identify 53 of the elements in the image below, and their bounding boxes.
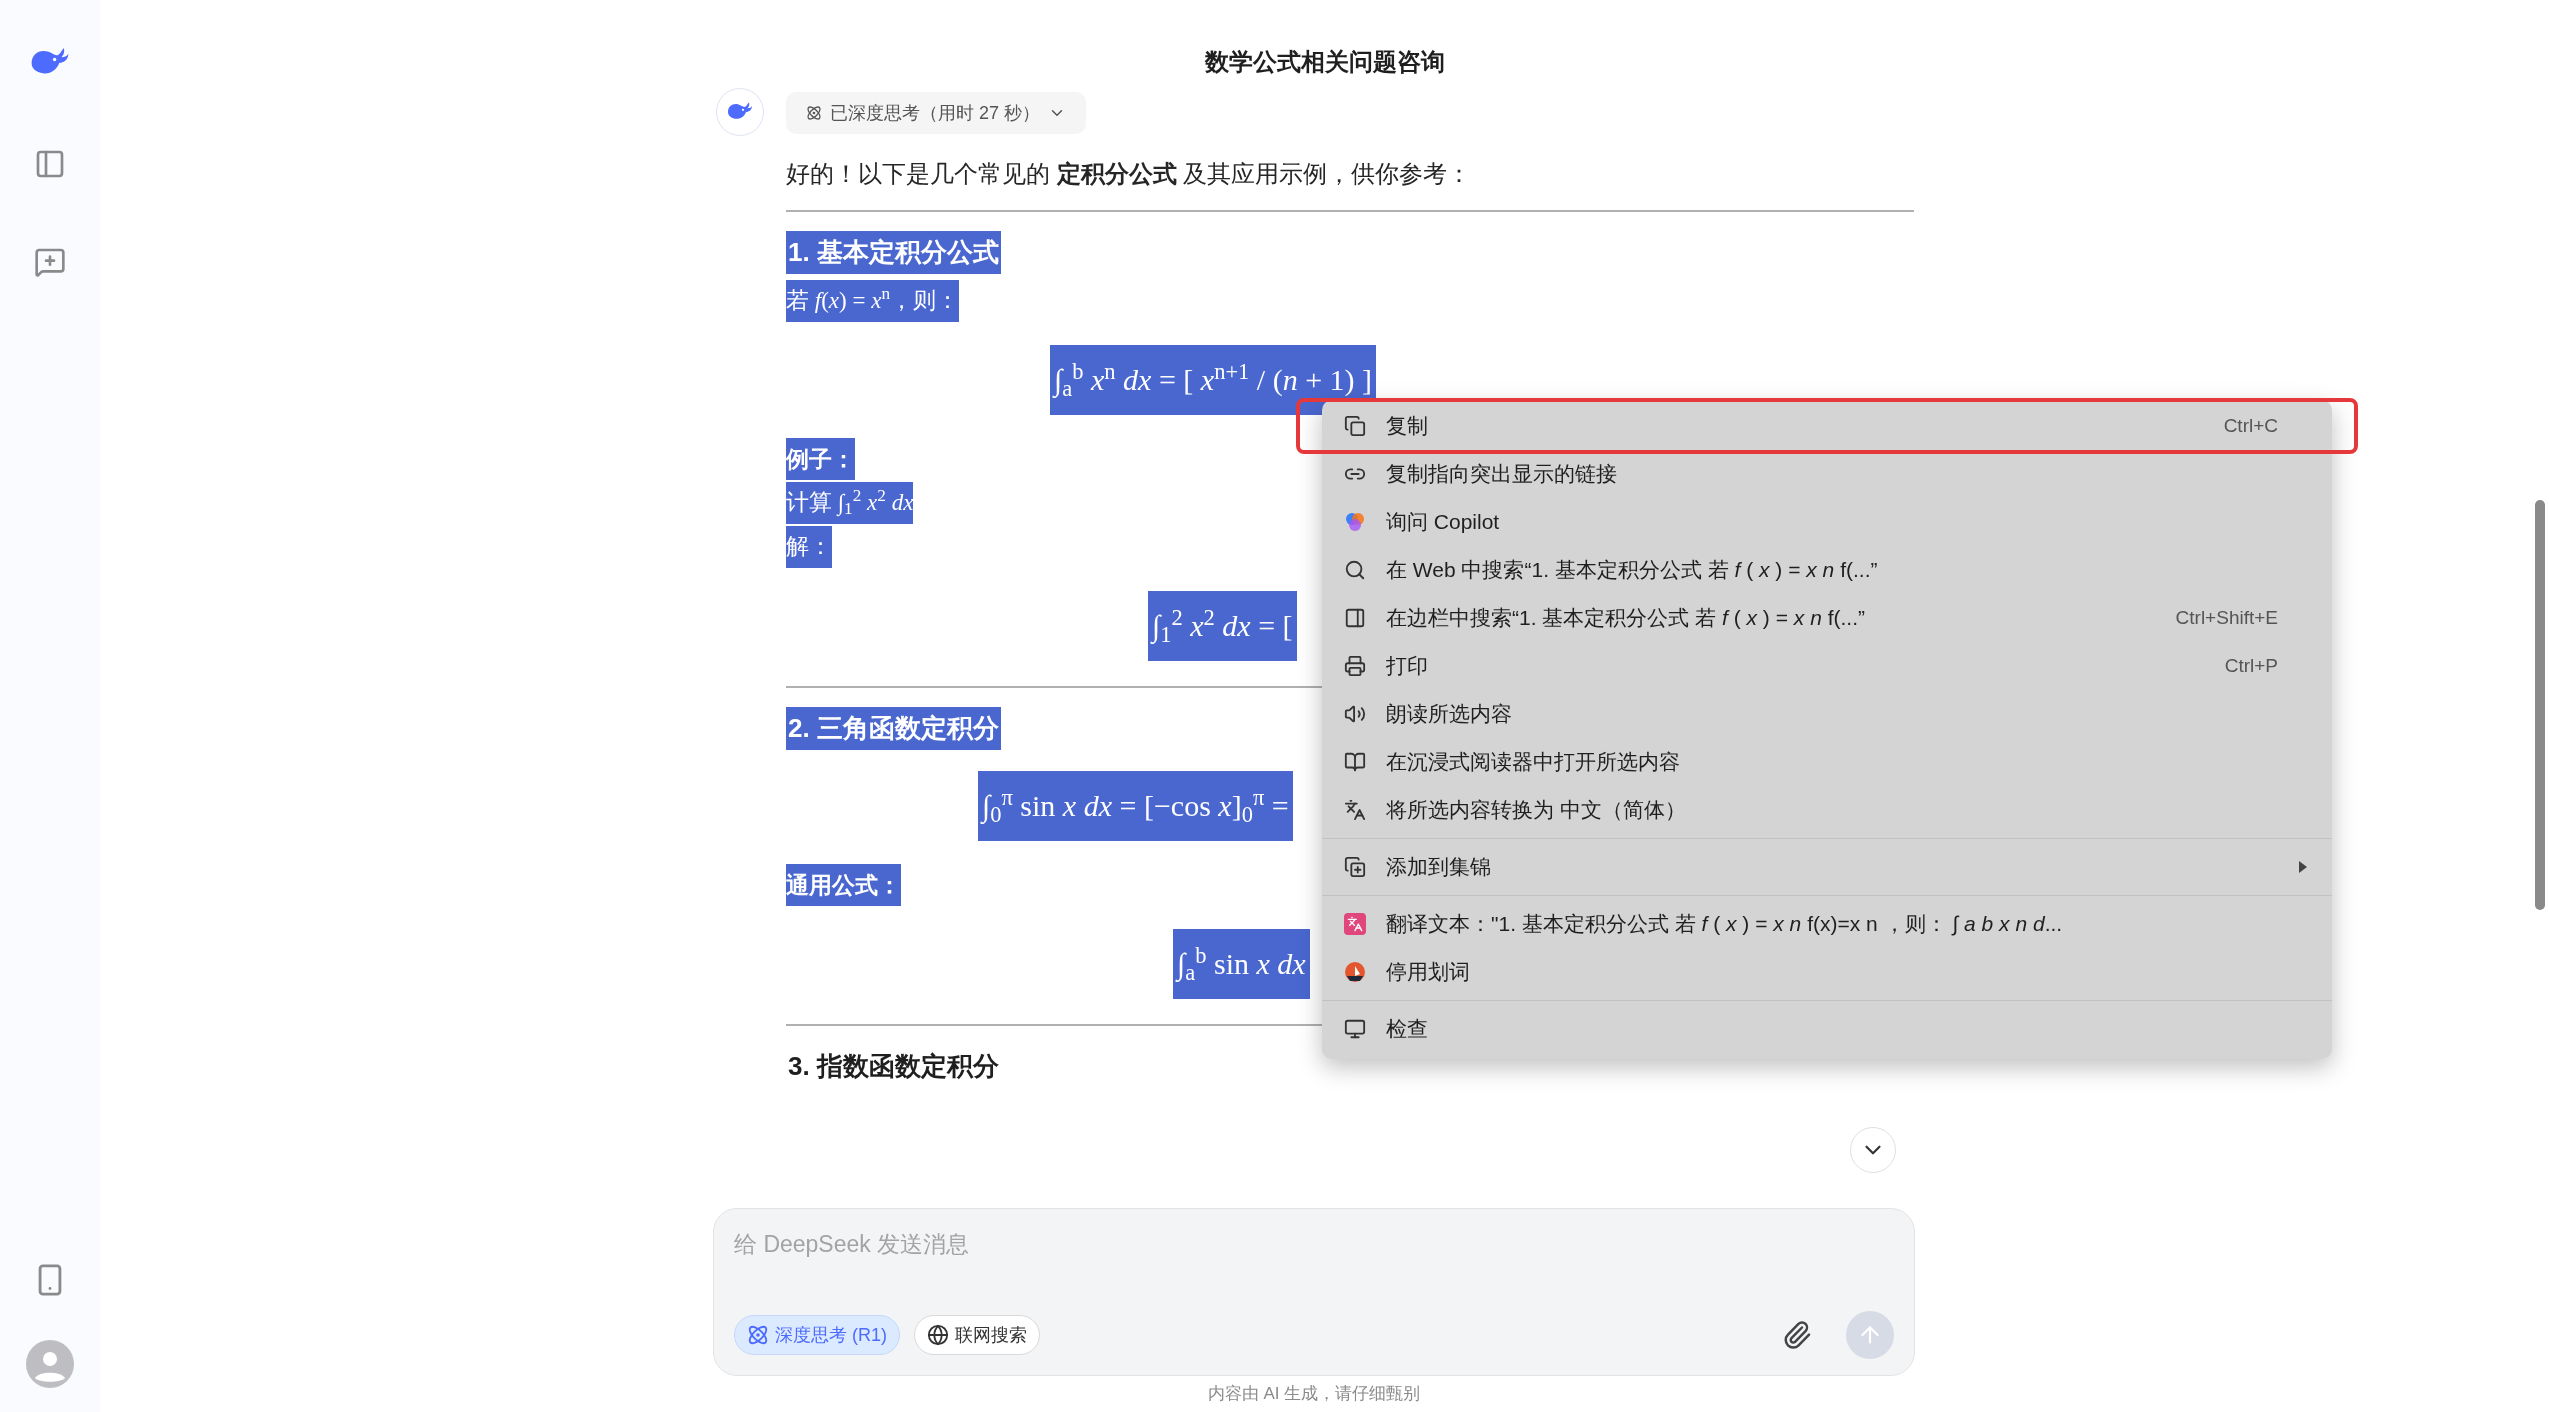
submenu-arrow-icon	[2298, 860, 2308, 874]
chat-title: 数学公式相关问题咨询	[1205, 47, 1445, 77]
mode-toggle[interactable]: 深度思考 (R1)	[734, 1315, 900, 1355]
translate-icon	[1344, 913, 1366, 935]
paragraph-text: 解：	[786, 525, 832, 569]
formula: ∫$_{a}$$^{b}$ x$^{n}$ dx = [ x$^{n+1}$ / (n + 1) ]	[1050, 345, 1377, 415]
scroll-down-button[interactable]	[1850, 1127, 1896, 1173]
user-avatar-icon[interactable]	[26, 1340, 74, 1388]
message-input[interactable]: 给 DeepSeek 发送消息	[734, 1227, 1894, 1262]
menu-item[interactable]: 询问 Copilot	[1322, 498, 2332, 546]
menu-item[interactable]: 在 Web 中搜索“1. 基本定积分公式 若 f( x ) = x n f(...”	[1322, 546, 2332, 594]
sidebar-toggle-icon[interactable]	[34, 148, 66, 180]
thinking-toggle[interactable]: 已深度思考（用时 27 秒）	[786, 92, 1087, 134]
sidebar-search-icon	[1344, 607, 1366, 629]
read-aloud-icon	[1344, 703, 1366, 725]
book-icon	[1344, 751, 1366, 773]
menu-item[interactable]: 将所选内容转换为 中文（简体）	[1322, 786, 2332, 834]
attach-icon[interactable]	[1782, 1320, 1812, 1350]
menu-item[interactable]: 复制指向突出显示的链接	[1322, 450, 2332, 498]
atom-icon	[747, 1324, 769, 1346]
section-heading: 2. 三角函数定积分	[786, 706, 1001, 750]
atom-icon	[806, 105, 822, 121]
intro-text: 好的！以下是几个常见的 定积分公式 及其应用示例，供你参考：	[786, 159, 1473, 189]
section-heading: 1. 基本定积分公式	[786, 230, 1001, 274]
inspect-icon	[1344, 1018, 1366, 1040]
paragraph-text: 计算 ∫$_{1}$$^{2}$ x$^{2}$ dx	[786, 481, 914, 525]
paragraph-text: 若 f(x) = x$^{n}$，则：	[786, 279, 959, 323]
formula: ∫$_{0}$$^{π}$ sin x dx = [−cos x]$_{0}$$^{π}$ =	[978, 771, 1293, 841]
disclaimer-text: 内容由 AI 生成，请仔细甄别	[1207, 1383, 1421, 1406]
mode-toggle[interactable]: 联网搜索	[914, 1315, 1040, 1355]
copilot-icon	[1344, 511, 1366, 533]
menu-item[interactable]: 停用划词	[1322, 948, 2332, 996]
collection-add-icon	[1344, 856, 1366, 878]
printer-icon	[1344, 655, 1366, 677]
example-label: 例子：	[786, 437, 855, 481]
menu-item[interactable]: 打印 Ctrl+P	[1322, 642, 2332, 690]
section-heading: 3. 指数函数定积分	[787, 1049, 1000, 1083]
menu-item[interactable]: 检查	[1322, 1005, 2332, 1053]
search-icon	[1344, 559, 1366, 581]
menu-item[interactable]: 在沉浸式阅读器中打开所选内容	[1322, 738, 2332, 786]
boat-icon	[1344, 961, 1366, 983]
menu-item[interactable]: 添加到集锦	[1322, 843, 2332, 891]
formula: ∫$_{a}$$^{b}$ sin x dx	[1173, 929, 1310, 999]
scrollbar[interactable]	[2535, 500, 2545, 910]
formula: ∫$_{1}$$^{2}$ x$^{2}$ dx = [	[1148, 591, 1297, 661]
translate-icon	[1344, 799, 1366, 821]
menu-item[interactable]: 在边栏中搜索“1. 基本定积分公式 若 f( x ) = x n f(...” Ctrl+Shift+E	[1322, 594, 2332, 642]
example-label: 通用公式：	[786, 863, 901, 907]
menu-item[interactable]: 朗读所选内容	[1322, 690, 2332, 738]
copy-icon	[1344, 415, 1366, 437]
globe-icon	[927, 1324, 949, 1346]
new-chat-icon[interactable]	[34, 246, 66, 278]
menu-item[interactable]: 翻译文本："1. 基本定积分公式 若 f(x) =x n f(x)=x n ，则： ∫ a b x n d...	[1322, 900, 2332, 948]
